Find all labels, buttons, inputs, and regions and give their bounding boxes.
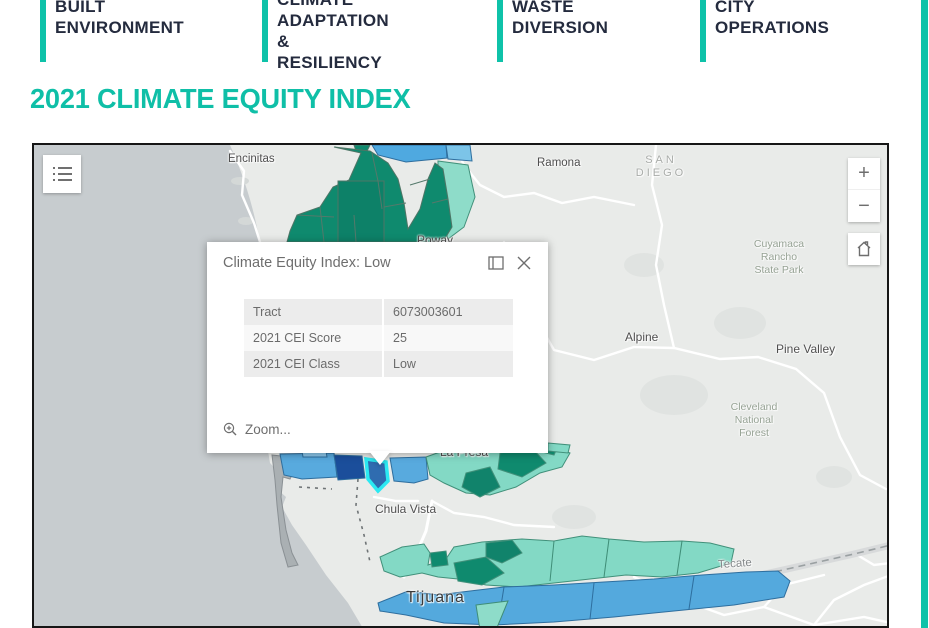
zoom-out-button[interactable]: − xyxy=(848,190,880,222)
tab-label: CLIMATE ADAPTATION & RESILIENCY xyxy=(277,0,389,73)
tab-label: WASTE DIVERSION xyxy=(512,0,608,38)
map-label-tecate: Tecate xyxy=(718,557,753,572)
page: BUILT ENVIRONMENT CLIMATE ADAPTATION & R… xyxy=(0,0,929,628)
map-label-encinitas: Encinitas xyxy=(228,153,275,166)
map-label-tijuana: Tijuana xyxy=(406,591,465,604)
table-row: Tract 6073003601 xyxy=(244,299,513,325)
home-extent-button[interactable] xyxy=(848,233,880,265)
field-label: 2021 CEI Score xyxy=(244,325,382,351)
field-value: 25 xyxy=(384,325,513,351)
legend-list-icon xyxy=(53,167,72,181)
table-row: 2021 CEI Score 25 xyxy=(244,325,513,351)
map-label-cleveland-forest: Cleveland National Forest xyxy=(694,401,814,440)
tab-accent-bar xyxy=(700,0,706,62)
zoom-link-label: Zoom... xyxy=(245,422,291,437)
popup-pointer xyxy=(369,451,391,465)
home-icon xyxy=(855,240,873,258)
tab-accent-bar xyxy=(40,0,46,62)
page-title: 2021 CLIMATE EQUITY INDEX xyxy=(30,83,411,115)
map-label-san-diego-county: SAN DIEGO xyxy=(626,154,696,180)
tract-cluster-north[interactable] xyxy=(287,145,475,242)
field-label: Tract xyxy=(244,299,382,325)
zoom-in-button[interactable]: + xyxy=(848,158,880,190)
field-value: 6073003601 xyxy=(384,299,513,325)
map-label-cuyamaca: Cuyamaca Rancho State Park xyxy=(724,238,834,277)
attribute-table: Tract 6073003601 2021 CEI Score 25 2021 … xyxy=(244,299,513,377)
field-label: 2021 CEI Class xyxy=(244,351,382,377)
map-label-ramona: Ramona xyxy=(537,157,580,170)
terrain-patches: % xyxy=(552,253,852,529)
close-popup-button[interactable] xyxy=(516,255,532,271)
map-label-alpine: Alpine xyxy=(625,331,658,344)
map-label-chula-vista: Chula Vista xyxy=(375,503,436,516)
legend-button[interactable] xyxy=(43,155,81,193)
map-label-pine-valley: Pine Valley xyxy=(776,343,835,356)
tab-accent-bar xyxy=(262,0,268,62)
field-value: Low xyxy=(384,351,513,377)
tab-label: BUILT ENVIRONMENT xyxy=(55,0,184,38)
popup-title: Climate Equity Index: Low xyxy=(223,255,391,271)
table-row: 2021 CEI Class Low xyxy=(244,351,513,377)
bay-routes xyxy=(299,479,370,562)
tab-accent-bar xyxy=(497,0,503,62)
zoom-to-feature-link[interactable]: Zoom... xyxy=(223,422,291,437)
feature-popup: Climate Equity Index: Low Tract 60730036… xyxy=(207,242,548,453)
magnifier-plus-icon xyxy=(223,422,238,437)
dock-popup-button[interactable] xyxy=(488,256,504,270)
tab-label: CITY OPERATIONS xyxy=(715,0,829,38)
page-accent-edge xyxy=(921,0,928,628)
climate-equity-map[interactable]: % xyxy=(32,143,889,628)
